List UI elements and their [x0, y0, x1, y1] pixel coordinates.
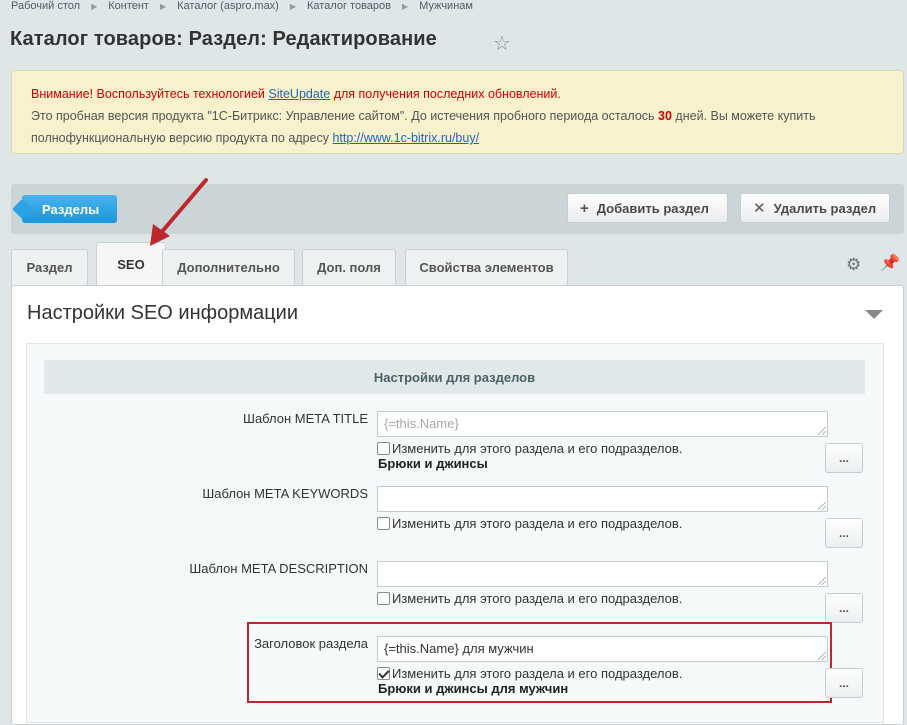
- meta-title-label: Шаблон META TITLE: [243, 411, 368, 426]
- section-heading-checkbox-row: Изменить для этого раздела и его подразд…: [377, 666, 682, 681]
- notice-warning-suffix: для получения последних обновлений.: [330, 87, 561, 101]
- breadcrumb-item[interactable]: Каталог товаров: [307, 0, 391, 12]
- page-title: Каталог товаров: Раздел: Редактирование: [10, 28, 437, 50]
- subheader: Настройки для разделов: [44, 360, 865, 394]
- section-heading-checkbox-label: Изменить для этого раздела и его подразд…: [392, 666, 683, 681]
- sections-button-label: Разделы: [42, 201, 100, 217]
- tab-additional[interactable]: Дополнительно: [162, 249, 295, 285]
- meta-title-checkbox[interactable]: [377, 442, 390, 455]
- section-heading-label: Заголовок раздела: [254, 636, 368, 651]
- breadcrumb-item[interactable]: Мужчинам: [419, 0, 473, 12]
- meta-description-checkbox-row: Изменить для этого раздела и его подразд…: [377, 591, 682, 606]
- meta-description-label: Шаблон META DESCRIPTION: [189, 561, 368, 576]
- tab-element-properties[interactable]: Свойства элементов: [405, 249, 568, 285]
- meta-keywords-checkbox-row: Изменить для этого раздела и его подразд…: [377, 516, 682, 531]
- meta-keywords-label: Шаблон META KEYWORDS: [202, 486, 368, 501]
- notice-trial-text: Это пробная версия продукта "1С-Битрикс:…: [31, 109, 659, 123]
- meta-title-input[interactable]: {=this.Name}: [377, 411, 828, 437]
- section-title: Настройки SEO информации: [27, 302, 299, 324]
- meta-description-input[interactable]: [377, 561, 828, 587]
- section-heading-result: Брюки и джинсы для мужчин: [378, 681, 569, 696]
- breadcrumb-item[interactable]: Контент: [108, 0, 149, 12]
- breadcrumb-separator-icon: ▶: [159, 1, 167, 11]
- resize-handle-icon[interactable]: [818, 577, 826, 585]
- meta-keywords-dots-button[interactable]: ...: [825, 518, 863, 548]
- add-section-button[interactable]: + Добавить раздел: [567, 193, 728, 223]
- resize-handle-icon[interactable]: [818, 502, 826, 510]
- meta-keywords-checkbox[interactable]: [377, 517, 390, 530]
- meta-keywords-input[interactable]: [377, 486, 828, 512]
- section-heading-dots-button[interactable]: ...: [825, 668, 863, 698]
- meta-description-checkbox-label: Изменить для этого раздела и его подразд…: [392, 591, 683, 606]
- resize-handle-icon[interactable]: [818, 652, 826, 660]
- resize-handle-icon[interactable]: [818, 427, 826, 435]
- delete-section-label: Удалить раздел: [773, 200, 877, 216]
- breadcrumb-item[interactable]: Рабочий стол: [11, 0, 80, 12]
- breadcrumb-separator-icon: ▶: [91, 1, 98, 11]
- plus-icon: +: [580, 199, 589, 217]
- delete-section-button[interactable]: ✕ Удалить раздел: [740, 193, 890, 223]
- notice-trial: Это пробная версия продукта "1С-Битрикс:…: [31, 105, 884, 149]
- close-icon: ✕: [753, 200, 766, 217]
- section-heading-value: {=this.Name} для мужчин: [384, 641, 534, 656]
- notice-box: Внимание! Воспользуйтесь технологией Sit…: [11, 70, 904, 154]
- buy-link[interactable]: http://www.1c-bitrix.ru/buy/: [332, 131, 479, 145]
- meta-title-result: Брюки и джинсы: [378, 456, 488, 471]
- breadcrumb-item[interactable]: Каталог (aspro.max): [177, 0, 279, 12]
- tab-extra-fields[interactable]: Доп. поля: [302, 249, 396, 285]
- breadcrumb-separator-icon: ▶: [289, 1, 297, 11]
- siteupdate-link[interactable]: SiteUpdate: [268, 87, 330, 101]
- meta-description-dots-button[interactable]: ...: [825, 593, 863, 623]
- meta-keywords-checkbox-label: Изменить для этого раздела и его подразд…: [392, 516, 683, 531]
- tab-section[interactable]: Раздел: [11, 249, 88, 285]
- sections-button[interactable]: Разделы: [22, 195, 117, 223]
- gear-icon[interactable]: ⚙: [846, 255, 861, 275]
- pin-icon[interactable]: 📌: [880, 253, 900, 273]
- add-section-label: Добавить раздел: [596, 200, 709, 216]
- section-heading-checkbox[interactable]: [377, 667, 390, 680]
- meta-title-checkbox-label: Изменить для этого раздела и его подразд…: [392, 441, 683, 456]
- section-heading-input[interactable]: {=this.Name} для мужчин: [377, 636, 828, 662]
- breadcrumb: Рабочий стол ▶ Контент ▶ Каталог (aspro.…: [11, 0, 473, 13]
- meta-title-dots-button[interactable]: ...: [825, 443, 863, 473]
- notice-days: 30: [658, 109, 672, 123]
- collapse-icon[interactable]: [865, 310, 883, 319]
- notice-warning-prefix: Внимание! Воспользуйтесь технологией: [31, 87, 269, 101]
- meta-title-checkbox-row: Изменить для этого раздела и его подразд…: [377, 441, 682, 456]
- tab-seo[interactable]: SEO: [96, 242, 166, 286]
- meta-title-placeholder: {=this.Name}: [384, 416, 459, 431]
- notice-warning: Внимание! Воспользуйтесь технологией Sit…: [31, 83, 884, 105]
- meta-description-checkbox[interactable]: [377, 592, 390, 605]
- star-icon[interactable]: ☆: [493, 31, 511, 56]
- breadcrumb-separator-icon: ▶: [402, 1, 409, 11]
